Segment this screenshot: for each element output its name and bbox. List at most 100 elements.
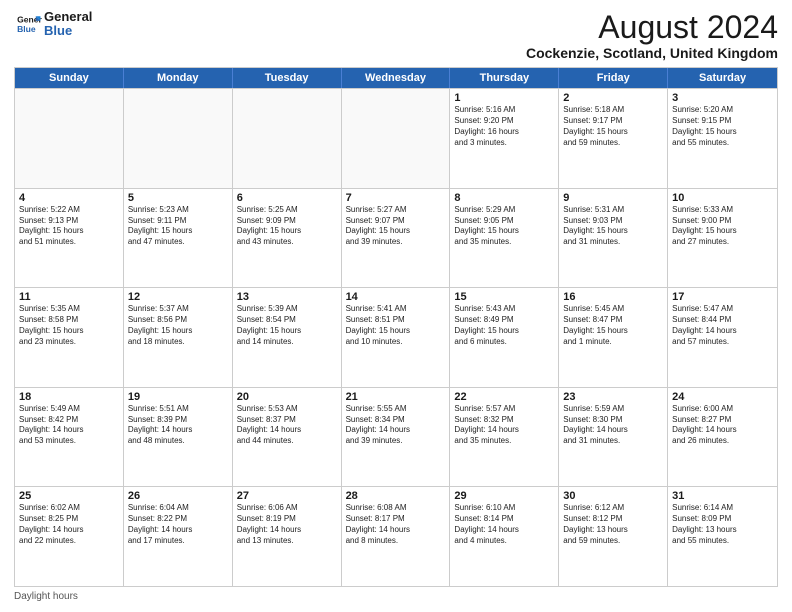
calendar-cell: 8Sunrise: 5:29 AMSunset: 9:05 PMDaylight… <box>450 189 559 288</box>
calendar-cell: 18Sunrise: 5:49 AMSunset: 8:42 PMDayligh… <box>15 388 124 487</box>
logo-general: General <box>44 10 92 24</box>
day-info: Sunrise: 5:47 AMSunset: 8:44 PMDaylight:… <box>672 304 773 347</box>
day-info: Sunrise: 5:29 AMSunset: 9:05 PMDaylight:… <box>454 205 554 248</box>
calendar-cell: 10Sunrise: 5:33 AMSunset: 9:00 PMDayligh… <box>668 189 777 288</box>
logo: General Blue General Blue <box>14 10 92 39</box>
calendar-cell: 11Sunrise: 5:35 AMSunset: 8:58 PMDayligh… <box>15 288 124 387</box>
day-info: Sunrise: 5:33 AMSunset: 9:00 PMDaylight:… <box>672 205 773 248</box>
day-number: 29 <box>454 490 554 502</box>
day-info: Sunrise: 6:10 AMSunset: 8:14 PMDaylight:… <box>454 503 554 546</box>
header-day-friday: Friday <box>559 68 668 88</box>
calendar-cell: 28Sunrise: 6:08 AMSunset: 8:17 PMDayligh… <box>342 487 451 586</box>
day-info: Sunrise: 6:00 AMSunset: 8:27 PMDaylight:… <box>672 404 773 447</box>
main-title: August 2024 <box>526 10 778 45</box>
page: General Blue General Blue August 2024 Co… <box>0 0 792 612</box>
day-number: 1 <box>454 92 554 104</box>
day-number: 15 <box>454 291 554 303</box>
calendar-cell: 27Sunrise: 6:06 AMSunset: 8:19 PMDayligh… <box>233 487 342 586</box>
day-number: 18 <box>19 391 119 403</box>
subtitle: Cockenzie, Scotland, United Kingdom <box>526 45 778 61</box>
day-info: Sunrise: 5:20 AMSunset: 9:15 PMDaylight:… <box>672 105 773 148</box>
day-number: 7 <box>346 192 446 204</box>
calendar-cell: 1Sunrise: 5:16 AMSunset: 9:20 PMDaylight… <box>450 89 559 188</box>
header-day-monday: Monday <box>124 68 233 88</box>
day-info: Sunrise: 5:39 AMSunset: 8:54 PMDaylight:… <box>237 304 337 347</box>
calendar-cell: 30Sunrise: 6:12 AMSunset: 8:12 PMDayligh… <box>559 487 668 586</box>
day-info: Sunrise: 5:43 AMSunset: 8:49 PMDaylight:… <box>454 304 554 347</box>
day-number: 4 <box>19 192 119 204</box>
day-info: Sunrise: 5:53 AMSunset: 8:37 PMDaylight:… <box>237 404 337 447</box>
header: General Blue General Blue August 2024 Co… <box>14 10 778 61</box>
day-number: 14 <box>346 291 446 303</box>
day-info: Sunrise: 5:27 AMSunset: 9:07 PMDaylight:… <box>346 205 446 248</box>
day-number: 30 <box>563 490 663 502</box>
calendar-cell <box>15 89 124 188</box>
calendar-body: 1Sunrise: 5:16 AMSunset: 9:20 PMDaylight… <box>15 88 777 586</box>
calendar-cell: 13Sunrise: 5:39 AMSunset: 8:54 PMDayligh… <box>233 288 342 387</box>
calendar-cell: 16Sunrise: 5:45 AMSunset: 8:47 PMDayligh… <box>559 288 668 387</box>
day-number: 23 <box>563 391 663 403</box>
calendar-cell: 9Sunrise: 5:31 AMSunset: 9:03 PMDaylight… <box>559 189 668 288</box>
footer-label: Daylight hours <box>14 591 78 602</box>
day-number: 25 <box>19 490 119 502</box>
header-day-thursday: Thursday <box>450 68 559 88</box>
day-info: Sunrise: 5:41 AMSunset: 8:51 PMDaylight:… <box>346 304 446 347</box>
calendar-cell <box>124 89 233 188</box>
day-info: Sunrise: 5:16 AMSunset: 9:20 PMDaylight:… <box>454 105 554 148</box>
calendar: SundayMondayTuesdayWednesdayThursdayFrid… <box>14 67 778 587</box>
day-info: Sunrise: 5:31 AMSunset: 9:03 PMDaylight:… <box>563 205 663 248</box>
day-number: 13 <box>237 291 337 303</box>
day-info: Sunrise: 5:55 AMSunset: 8:34 PMDaylight:… <box>346 404 446 447</box>
calendar-row: 11Sunrise: 5:35 AMSunset: 8:58 PMDayligh… <box>15 287 777 387</box>
calendar-cell: 23Sunrise: 5:59 AMSunset: 8:30 PMDayligh… <box>559 388 668 487</box>
calendar-cell: 22Sunrise: 5:57 AMSunset: 8:32 PMDayligh… <box>450 388 559 487</box>
day-number: 28 <box>346 490 446 502</box>
calendar-cell: 25Sunrise: 6:02 AMSunset: 8:25 PMDayligh… <box>15 487 124 586</box>
footer: Daylight hours <box>14 591 778 602</box>
day-number: 22 <box>454 391 554 403</box>
day-info: Sunrise: 6:06 AMSunset: 8:19 PMDaylight:… <box>237 503 337 546</box>
day-info: Sunrise: 6:14 AMSunset: 8:09 PMDaylight:… <box>672 503 773 546</box>
day-info: Sunrise: 6:02 AMSunset: 8:25 PMDaylight:… <box>19 503 119 546</box>
day-info: Sunrise: 5:25 AMSunset: 9:09 PMDaylight:… <box>237 205 337 248</box>
day-number: 27 <box>237 490 337 502</box>
day-number: 9 <box>563 192 663 204</box>
day-number: 5 <box>128 192 228 204</box>
day-info: Sunrise: 5:51 AMSunset: 8:39 PMDaylight:… <box>128 404 228 447</box>
day-number: 3 <box>672 92 773 104</box>
logo-blue: Blue <box>44 24 92 38</box>
calendar-row: 18Sunrise: 5:49 AMSunset: 8:42 PMDayligh… <box>15 387 777 487</box>
day-info: Sunrise: 5:59 AMSunset: 8:30 PMDaylight:… <box>563 404 663 447</box>
calendar-header: SundayMondayTuesdayWednesdayThursdayFrid… <box>15 68 777 88</box>
svg-text:Blue: Blue <box>17 24 36 34</box>
day-number: 24 <box>672 391 773 403</box>
calendar-cell <box>233 89 342 188</box>
calendar-cell: 20Sunrise: 5:53 AMSunset: 8:37 PMDayligh… <box>233 388 342 487</box>
calendar-cell: 29Sunrise: 6:10 AMSunset: 8:14 PMDayligh… <box>450 487 559 586</box>
calendar-cell: 7Sunrise: 5:27 AMSunset: 9:07 PMDaylight… <box>342 189 451 288</box>
day-number: 20 <box>237 391 337 403</box>
day-info: Sunrise: 6:08 AMSunset: 8:17 PMDaylight:… <box>346 503 446 546</box>
day-info: Sunrise: 6:12 AMSunset: 8:12 PMDaylight:… <box>563 503 663 546</box>
day-number: 6 <box>237 192 337 204</box>
calendar-cell: 21Sunrise: 5:55 AMSunset: 8:34 PMDayligh… <box>342 388 451 487</box>
day-info: Sunrise: 5:45 AMSunset: 8:47 PMDaylight:… <box>563 304 663 347</box>
calendar-cell: 5Sunrise: 5:23 AMSunset: 9:11 PMDaylight… <box>124 189 233 288</box>
calendar-row: 1Sunrise: 5:16 AMSunset: 9:20 PMDaylight… <box>15 88 777 188</box>
day-number: 10 <box>672 192 773 204</box>
calendar-row: 25Sunrise: 6:02 AMSunset: 8:25 PMDayligh… <box>15 486 777 586</box>
header-day-saturday: Saturday <box>668 68 777 88</box>
day-info: Sunrise: 5:57 AMSunset: 8:32 PMDaylight:… <box>454 404 554 447</box>
day-info: Sunrise: 5:23 AMSunset: 9:11 PMDaylight:… <box>128 205 228 248</box>
calendar-cell: 24Sunrise: 6:00 AMSunset: 8:27 PMDayligh… <box>668 388 777 487</box>
day-info: Sunrise: 5:49 AMSunset: 8:42 PMDaylight:… <box>19 404 119 447</box>
day-info: Sunrise: 5:18 AMSunset: 9:17 PMDaylight:… <box>563 105 663 148</box>
calendar-cell: 4Sunrise: 5:22 AMSunset: 9:13 PMDaylight… <box>15 189 124 288</box>
day-number: 17 <box>672 291 773 303</box>
calendar-row: 4Sunrise: 5:22 AMSunset: 9:13 PMDaylight… <box>15 188 777 288</box>
title-block: August 2024 Cockenzie, Scotland, United … <box>526 10 778 61</box>
calendar-cell: 19Sunrise: 5:51 AMSunset: 8:39 PMDayligh… <box>124 388 233 487</box>
calendar-cell: 15Sunrise: 5:43 AMSunset: 8:49 PMDayligh… <box>450 288 559 387</box>
logo-icon: General Blue <box>14 10 42 38</box>
calendar-cell: 6Sunrise: 5:25 AMSunset: 9:09 PMDaylight… <box>233 189 342 288</box>
